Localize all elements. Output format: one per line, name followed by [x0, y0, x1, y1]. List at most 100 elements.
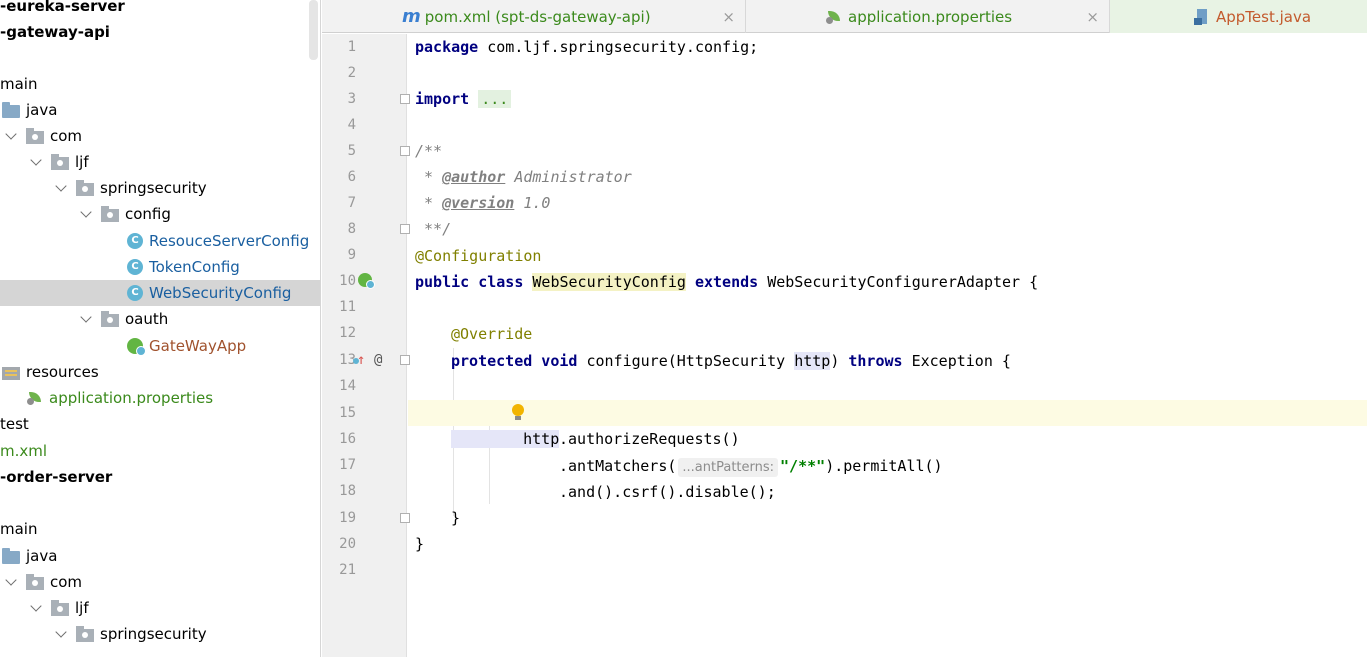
source-folder-icon: [2, 547, 20, 564]
fold-toggle-icon[interactable]: [400, 146, 410, 156]
line-number: 9: [347, 247, 356, 263]
class-icon: C: [127, 259, 143, 275]
tree-item-ljf-2[interactable]: ljf: [29, 595, 320, 621]
chevron-down-icon[interactable]: [79, 207, 93, 221]
tree-item-label: GateWayApp: [149, 337, 247, 355]
fold-toggle-icon[interactable]: [400, 224, 410, 234]
tab-application-properties[interactable]: application.properties ×: [746, 0, 1110, 33]
spring-bean-gutter-icon[interactable]: [358, 273, 375, 289]
lightbulb-icon[interactable]: [511, 404, 525, 422]
tree-item-pom-xml[interactable]: m.xml: [0, 438, 320, 464]
tab-pom-xml[interactable]: m pom.xml (spt-ds-gateway-api) ×: [322, 0, 746, 33]
tree-item-label: m.xml: [0, 442, 48, 460]
tree-item-label: resources: [26, 363, 99, 381]
code-line-18: .authorizeRequests(): [559, 430, 740, 448]
tree-item-resouceserverconfig[interactable]: C ResouceServerConfig: [127, 228, 320, 254]
tab-label: application.properties: [848, 7, 1013, 26]
tree-item-java[interactable]: java: [2, 97, 320, 123]
tree-item-label: main: [0, 520, 38, 538]
tree-item-label: TokenConfig: [149, 258, 240, 276]
line-number: 21: [339, 562, 356, 578]
tree-item-label: -eureka-server: [0, 0, 125, 15]
spring-properties-icon: [826, 10, 842, 24]
tree-item-websecurityconfig[interactable]: C WebSecurityConfig: [0, 280, 320, 306]
tree-item-oauth[interactable]: oauth: [79, 306, 320, 332]
maven-icon: m: [402, 6, 421, 27]
project-tree: -eureka-server -gateway-api main java co…: [0, 0, 321, 657]
tree-item-springsecurity-2[interactable]: springsecurity: [54, 621, 320, 647]
package-icon: [51, 599, 69, 616]
tree-item-label: springsecurity: [100, 179, 207, 197]
tree-item-config[interactable]: config: [79, 201, 320, 227]
tree-item-gatewayapp[interactable]: GateWayApp: [127, 333, 320, 359]
tree-item-main[interactable]: main: [0, 71, 320, 97]
spring-properties-icon: [27, 391, 43, 405]
tree-item-main-2[interactable]: main: [0, 516, 320, 542]
tree-item-label: com: [50, 127, 83, 145]
source-folder-icon: [2, 101, 20, 118]
tree-item-ljf[interactable]: ljf: [29, 149, 320, 175]
tree-item-java-2[interactable]: java: [2, 543, 320, 569]
tree-item-application-properties[interactable]: application.properties: [27, 385, 320, 411]
code-line-10: **/: [415, 220, 452, 238]
tree-item-label: java: [26, 547, 58, 565]
tree-item-label: -gateway-api: [0, 23, 110, 41]
code-line-19: .antMatchers(...antPatterns: "/**").permi…: [559, 457, 943, 477]
tree-item-resources[interactable]: resources: [2, 359, 320, 385]
tree-item-label: application.properties: [49, 389, 214, 407]
package-icon: [26, 573, 44, 590]
chevron-down-icon[interactable]: [54, 181, 68, 195]
chevron-down-icon[interactable]: [29, 155, 43, 169]
chevron-down-icon[interactable]: [4, 129, 18, 143]
tree-item-com[interactable]: com: [4, 123, 320, 149]
line-number: 10: [339, 273, 356, 289]
folded-imports[interactable]: ...: [478, 90, 512, 108]
fold-toggle-icon[interactable]: [400, 94, 410, 104]
tree-item-tokenconfig[interactable]: C TokenConfig: [127, 254, 320, 280]
tree-item-label: main: [0, 75, 38, 93]
code-line-1: package com.ljf.springsecurity.config;: [415, 38, 759, 56]
tree-item-label: ljf: [75, 599, 89, 617]
tab-label: pom.xml (spt-ds-gateway-api): [424, 7, 651, 26]
annotation-at-icon[interactable]: @: [374, 347, 382, 373]
code-line-3: import ...: [415, 86, 1367, 112]
code-line-22: }: [415, 535, 425, 553]
code-line-9: * @version 1.0: [415, 194, 551, 212]
chevron-down-icon[interactable]: [4, 575, 18, 589]
tree-item-label: springsecurity: [100, 625, 207, 643]
tab-apptest-java[interactable]: AppTest.java: [1110, 0, 1367, 33]
line-number: 11: [339, 299, 356, 315]
line-number: 3: [347, 91, 356, 107]
line-number: 5: [347, 143, 356, 159]
tree-item-label: WebSecurityConfig: [149, 284, 292, 302]
line-number: 16: [339, 431, 356, 447]
chevron-down-icon[interactable]: [29, 601, 43, 615]
chevron-down-icon[interactable]: [79, 312, 93, 326]
tree-item-test[interactable]: test: [0, 411, 320, 437]
close-icon[interactable]: ×: [722, 8, 735, 26]
package-icon: [76, 625, 94, 642]
fold-toggle-icon[interactable]: [400, 513, 410, 523]
fold-toggle-icon[interactable]: [400, 355, 410, 365]
tree-item-label: com: [50, 573, 83, 591]
tree-item-gateway-api[interactable]: -gateway-api: [0, 19, 320, 45]
code-line-12: public class WebSecurityConfig extends W…: [415, 273, 1039, 291]
close-icon[interactable]: ×: [1086, 8, 1099, 26]
line-number: 18: [339, 483, 356, 499]
chevron-down-icon[interactable]: [54, 627, 68, 641]
tree-item-eureka-server[interactable]: -eureka-server: [0, 0, 320, 19]
tree-item-springsecurity[interactable]: springsecurity: [54, 175, 320, 201]
code-editor[interactable]: 1 2 3 4 5 6 7 8 9 10 11 12 13 ↑ @ 14 15 16…: [322, 34, 1367, 657]
tree-item-com-2[interactable]: com: [4, 569, 320, 595]
package-icon: [26, 127, 44, 144]
tree-item-order-server[interactable]: -order-server: [0, 464, 320, 490]
code-line-11: @Configuration: [415, 247, 542, 265]
tree-item-label: ResouceServerConfig: [149, 232, 310, 250]
code-line-20: .and().csrf().disable();: [559, 483, 776, 501]
code-line-21: }: [451, 509, 461, 527]
line-number: 1: [347, 39, 356, 55]
code-line-14: @Override: [451, 325, 533, 343]
line-number: 4: [347, 117, 356, 133]
code-line-15: protected void configure(HttpSecurity ht…: [451, 352, 1011, 370]
override-up-arrow-icon[interactable]: ↑: [352, 347, 365, 373]
